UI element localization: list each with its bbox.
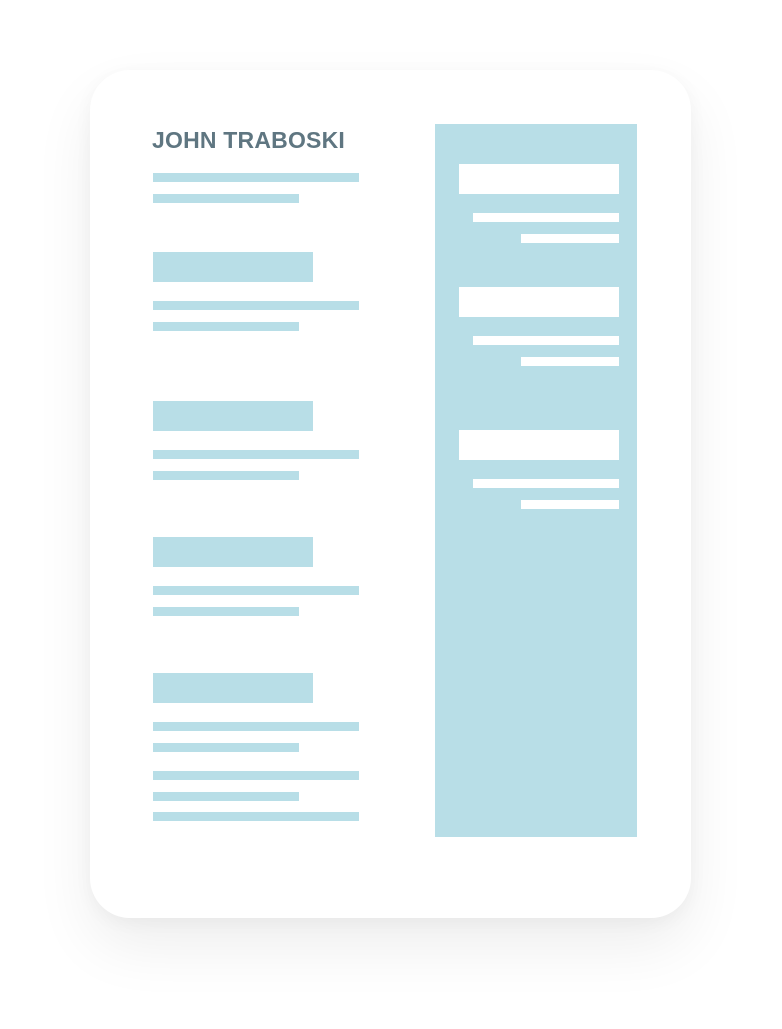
section-text-line <box>153 812 359 821</box>
resume-name: JOHN TRABOSKI <box>152 127 346 153</box>
section-text-line <box>153 301 359 310</box>
section-text-line <box>153 771 359 780</box>
section-heading-block <box>153 401 313 431</box>
section-text-line <box>153 471 299 480</box>
section-text-line <box>153 607 299 616</box>
sidebar-heading-block <box>459 164 619 194</box>
sidebar-text-line <box>521 234 619 243</box>
sidebar-text-line <box>473 213 619 222</box>
sidebar-text-line <box>521 500 619 509</box>
section-text-line <box>153 722 359 731</box>
sidebar-text-line <box>473 479 619 488</box>
section-text-line <box>153 792 299 801</box>
section-heading-block <box>153 673 313 703</box>
name-subtitle-line <box>153 173 359 182</box>
section-text-line <box>153 743 299 752</box>
sidebar-text-line <box>521 357 619 366</box>
name-subtitle-line <box>153 194 299 203</box>
resume-illustration: JOHN TRABOSKI <box>0 0 782 1029</box>
sidebar-text-line <box>473 336 619 345</box>
section-text-line <box>153 586 359 595</box>
section-text-line <box>153 322 299 331</box>
section-text-line <box>153 450 359 459</box>
sidebar-heading-block <box>459 287 619 317</box>
section-heading-block <box>153 252 313 282</box>
sidebar-heading-block <box>459 430 619 460</box>
section-heading-block <box>153 537 313 567</box>
